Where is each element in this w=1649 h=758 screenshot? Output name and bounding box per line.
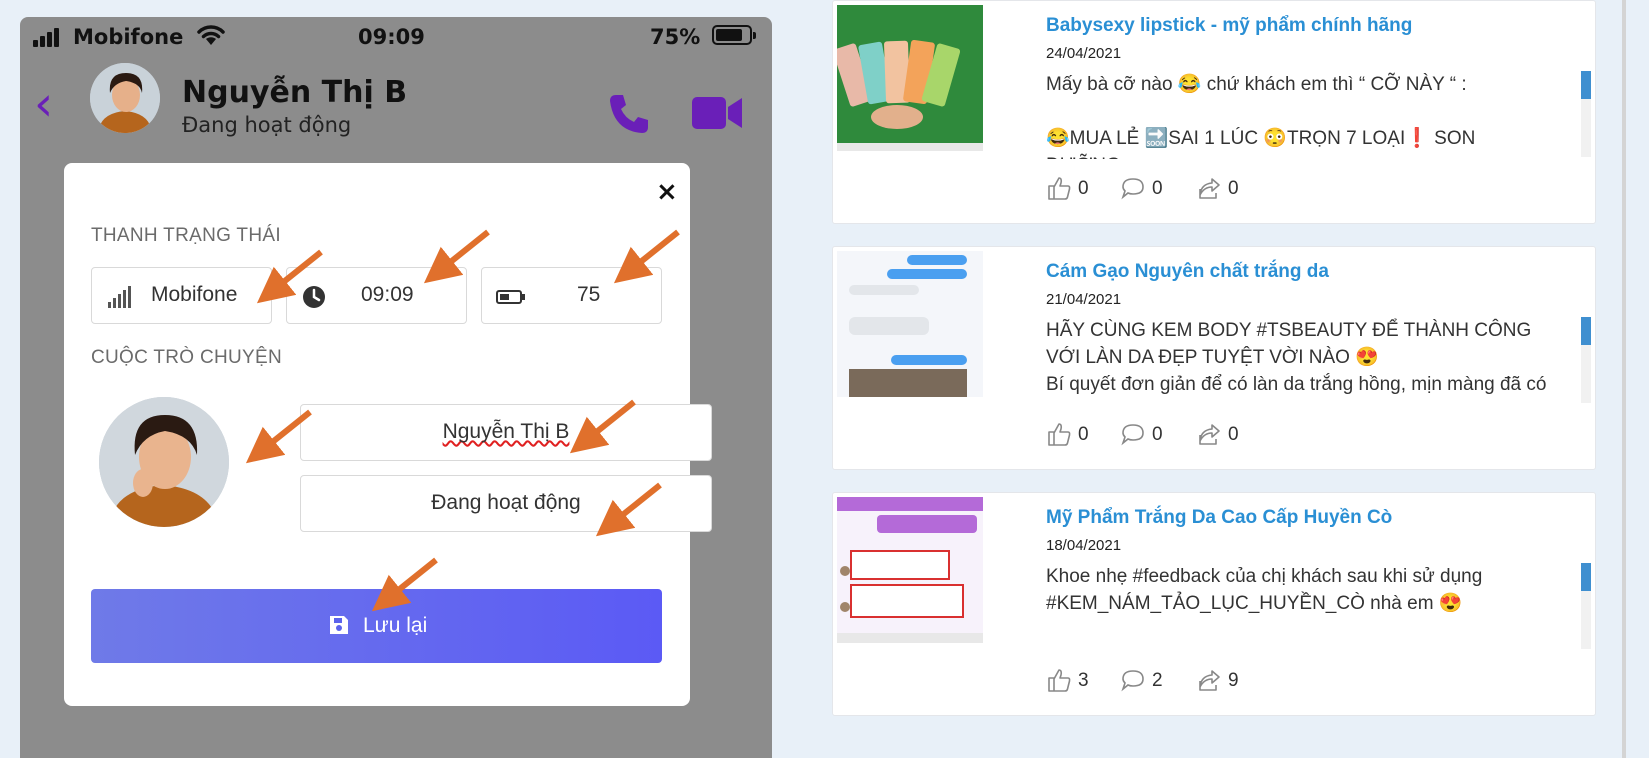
close-icon[interactable]: ×	[656, 177, 678, 207]
signal-bars-icon	[108, 286, 131, 308]
like-count: 0	[1078, 424, 1089, 445]
avatar-upload[interactable]	[99, 397, 229, 527]
carrier-value: Mobifone	[151, 283, 238, 306]
thumbs-up-icon	[1048, 177, 1071, 200]
time-value: 09:09	[361, 283, 414, 306]
post-date: 24/04/2021	[1046, 45, 1122, 62]
like-count: 0	[1078, 178, 1089, 199]
chat-contact-name: Nguyễn Thị B	[182, 75, 408, 110]
page-scrollbar[interactable]	[1622, 0, 1626, 758]
post-date: 18/04/2021	[1046, 537, 1122, 554]
battery-icon	[712, 25, 756, 45]
share-icon	[1199, 424, 1220, 445]
back-chevron-icon[interactable]: ‹	[34, 79, 64, 129]
chat-header: ‹ Nguyễn Thị B Đang hoạt động	[20, 61, 772, 151]
share-icon	[1199, 178, 1220, 199]
status-bar-section-label: THANH TRẠNG THÁI	[91, 225, 281, 246]
post-thumbnail[interactable]	[837, 497, 983, 643]
edit-status-modal: × THANH TRẠNG THÁI Mobifone 09:09 75 CUỘ…	[64, 163, 712, 706]
comment-count: 0	[1152, 424, 1163, 445]
thumbnail-image	[837, 5, 983, 151]
signal-icon	[33, 27, 61, 47]
post-title[interactable]: Babysexy lipstick - mỹ phẩm chính hãng	[1046, 15, 1412, 37]
contact-name-value: Nguyễn Thị B	[442, 420, 570, 443]
post-title[interactable]: Mỹ Phẩm Trắng Da Cao Cấp Huyền Cò	[1046, 507, 1392, 529]
like-count: 3	[1078, 670, 1089, 691]
comment-count: 2	[1152, 670, 1163, 691]
thumbs-up-icon	[1048, 423, 1071, 446]
comment-icon	[1121, 670, 1144, 692]
comment-icon	[1121, 424, 1144, 446]
post-body-scrollbar[interactable]	[1581, 317, 1591, 403]
status-time: 09:09	[358, 25, 425, 49]
battery-value: 75	[577, 283, 601, 306]
post-body: Khoe nhẹ #feedback của chị khách sau khi…	[1046, 563, 1548, 651]
share-count: 9	[1228, 670, 1239, 691]
phone-call-icon[interactable]	[606, 91, 652, 137]
post-body: HÃY CÙNG KEM BODY #TSBEAUTY ĐỂ THÀNH CÔN…	[1046, 317, 1548, 405]
share-icon	[1199, 670, 1220, 691]
post-body-text: HÃY CÙNG KEM BODY #TSBEAUTY ĐỂ THÀNH CÔN…	[1046, 320, 1547, 395]
post-body-text: Mấy bà cỡ nào 😂 chứ khách em thì “ CỠ NÀ…	[1046, 74, 1476, 159]
battery-outline-icon	[496, 290, 525, 304]
post-card: Cám Gạo Nguyên chất trắng da 21/04/2021 …	[832, 246, 1596, 470]
chat-avatar	[90, 63, 160, 133]
share-count: 0	[1228, 178, 1239, 199]
phone-status-bar: Mobifone 09:09 75%	[20, 17, 772, 59]
save-button[interactable]: Lưu lại	[91, 589, 662, 663]
battery-field[interactable]: 75	[481, 267, 662, 324]
carrier-field[interactable]: Mobifone	[91, 267, 272, 324]
contact-name-input[interactable]: Nguyễn Thị B	[300, 404, 712, 461]
clock-icon	[303, 286, 325, 308]
chat-contact-status: Đang hoạt động	[182, 113, 352, 137]
time-field[interactable]: 09:09	[286, 267, 467, 324]
thumbnail-image	[837, 251, 983, 397]
video-call-icon[interactable]	[692, 93, 744, 133]
phone-preview: Mobifone 09:09 75% ‹ Nguyễn Thị B Đang h…	[20, 17, 772, 758]
post-card: Babysexy lipstick - mỹ phẩm chính hãng 2…	[832, 0, 1596, 224]
avatar-portrait	[90, 63, 160, 133]
save-button-label: Lưu lại	[363, 614, 428, 637]
thumbs-up-icon	[1048, 669, 1071, 692]
post-card: Mỹ Phẩm Trắng Da Cao Cấp Huyền Cò 18/04/…	[832, 492, 1596, 716]
post-body: Mấy bà cỡ nào 😂 chứ khách em thì “ CỠ NÀ…	[1046, 71, 1548, 159]
conversation-section-label: CUỘC TRÒ CHUYỆN	[91, 347, 282, 368]
post-date: 21/04/2021	[1046, 291, 1122, 308]
thumbnail-image	[837, 497, 983, 643]
comment-count: 0	[1152, 178, 1163, 199]
posts-list: Babysexy lipstick - mỹ phẩm chính hãng 2…	[832, 0, 1596, 758]
post-body-text: Khoe nhẹ #feedback của chị khách sau khi…	[1046, 566, 1483, 614]
floppy-disk-icon	[330, 616, 348, 634]
post-title[interactable]: Cám Gạo Nguyên chất trắng da	[1046, 261, 1329, 283]
wifi-icon	[197, 25, 225, 45]
post-body-scrollbar[interactable]	[1581, 71, 1591, 157]
post-body-scrollbar[interactable]	[1581, 563, 1591, 649]
contact-status-input[interactable]: Đang hoạt động	[300, 475, 712, 532]
avatar-portrait	[99, 397, 229, 527]
post-thumbnail[interactable]	[837, 251, 983, 397]
post-thumbnail[interactable]	[837, 5, 983, 151]
share-count: 0	[1228, 424, 1239, 445]
comment-icon	[1121, 178, 1144, 200]
contact-status-value: Đang hoạt động	[431, 491, 581, 514]
status-battery-percent: 75%	[650, 25, 701, 49]
status-carrier: Mobifone	[73, 25, 184, 49]
